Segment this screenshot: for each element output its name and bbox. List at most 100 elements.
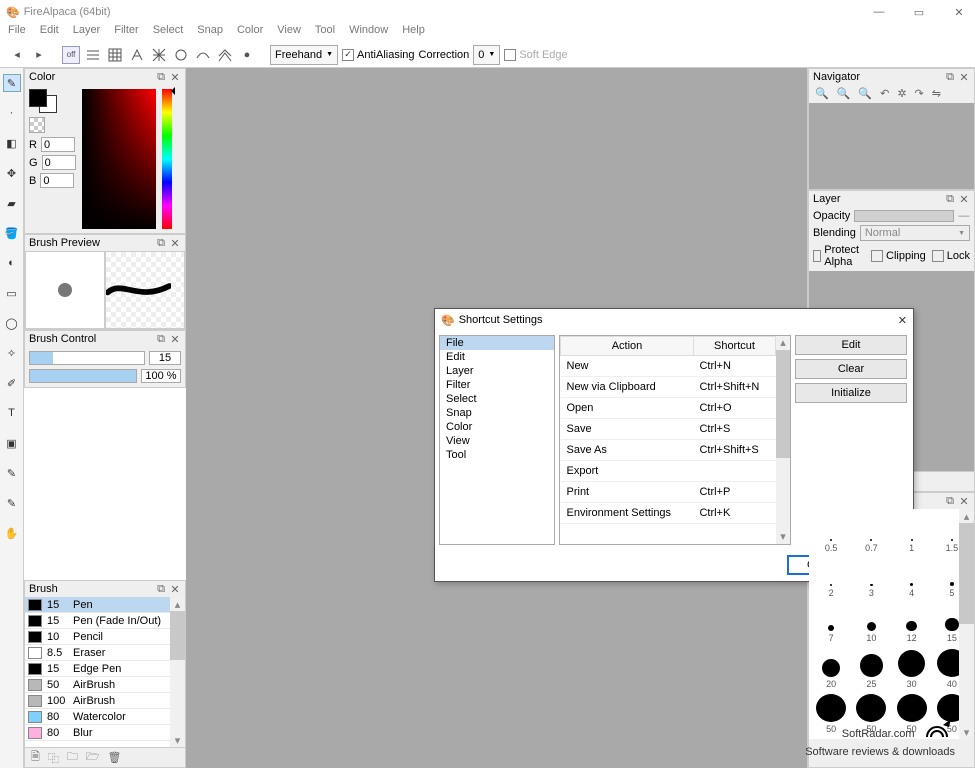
correction-select[interactable]: 0▼	[473, 45, 500, 65]
brush-size-cell[interactable]: 3	[851, 558, 891, 598]
shortcut-table[interactable]: ActionShortcut NewCtrl+NNew via Clipboar…	[559, 335, 791, 545]
panel-undock-icon[interactable]: ⧉	[155, 71, 167, 84]
menu-window[interactable]: Window	[349, 24, 388, 42]
wand-tool-icon[interactable]: ✧	[3, 344, 21, 362]
panel-undock-icon[interactable]: ⧉	[155, 333, 167, 346]
nav-next-icon[interactable]: ▸	[30, 46, 48, 64]
zoom-out-icon[interactable]: 🔍	[837, 87, 851, 101]
brush-row[interactable]: 15Edge Pen	[25, 661, 185, 677]
shortcut-row[interactable]: SaveCtrl+S	[561, 419, 776, 440]
clear-button[interactable]: Clear	[795, 359, 907, 379]
size-value[interactable]: 15	[149, 351, 181, 365]
navigator-view[interactable]	[809, 103, 974, 189]
select-lasso-tool-icon[interactable]: ◯	[3, 314, 21, 332]
shortcut-row[interactable]: OpenCtrl+O	[561, 398, 776, 419]
shortcut-row[interactable]: Environment SettingsCtrl+K	[561, 503, 776, 524]
edit-button[interactable]: Edit	[795, 335, 907, 355]
zoom-in-icon[interactable]: 🔍	[815, 87, 829, 101]
layer-opacity-slider[interactable]	[854, 210, 954, 222]
panel-undock-icon[interactable]: ⧉	[155, 583, 167, 596]
snap-curve-icon[interactable]	[194, 46, 212, 64]
blending-select[interactable]: Normal▼	[860, 225, 970, 241]
brush-row[interactable]: 8.5Eraser	[25, 645, 185, 661]
category-item[interactable]: Tool	[440, 448, 554, 462]
panel-undock-icon[interactable]: ⧉	[944, 193, 956, 206]
brush-size-cell[interactable]: 50	[811, 694, 851, 734]
brush-row[interactable]: 10Pencil	[25, 629, 185, 645]
menu-filter[interactable]: Filter	[114, 24, 138, 42]
fg-bg-swatch[interactable]	[29, 89, 57, 113]
brush-size-cell[interactable]: 25	[851, 649, 891, 689]
canvas-area[interactable]: 🎨 Shortcut Settings ✕ FileEditLayerFilte…	[186, 68, 807, 768]
brush-add-icon[interactable]: 🗎	[31, 748, 40, 767]
panel-undock-icon[interactable]: ⧉	[944, 495, 956, 508]
category-item[interactable]: Snap	[440, 406, 554, 420]
shortcut-row[interactable]: NewCtrl+N	[561, 356, 776, 377]
brush-size-cell[interactable]: 1	[892, 513, 932, 553]
antialias-checkbox[interactable]: ✓AntiAliasing	[342, 49, 414, 61]
protect-alpha-checkbox[interactable]: Protect Alpha	[813, 244, 865, 268]
brush-row[interactable]: 15Pen⚙	[25, 597, 185, 613]
r-input[interactable]	[41, 137, 75, 152]
hand-tool-icon[interactable]: ✋	[3, 524, 21, 542]
brush-delete-icon[interactable]: 🗑	[108, 751, 122, 764]
rotate-right-icon[interactable]: ↷	[915, 87, 924, 101]
menu-snap[interactable]: Snap	[197, 24, 223, 42]
brush-size-cell[interactable]: 10	[851, 603, 891, 643]
brush-size-cell[interactable]: 30	[892, 649, 932, 689]
gradient-tool-icon[interactable]: ◐	[3, 254, 21, 272]
rotate-left-icon[interactable]: ↶	[880, 87, 889, 101]
category-item[interactable]: File	[440, 336, 554, 350]
color-field[interactable]	[82, 89, 156, 229]
rotate-reset-icon[interactable]: ✲	[897, 87, 906, 101]
shortcut-row[interactable]: Export	[561, 461, 776, 482]
fill-tool-icon[interactable]: ▰	[3, 194, 21, 212]
brush-tool-icon[interactable]: ✎	[3, 74, 21, 92]
menu-edit[interactable]: Edit	[40, 24, 59, 42]
transparent-swatch[interactable]	[29, 117, 45, 133]
brushsize-scrollbar[interactable]: ▴▾	[959, 509, 974, 739]
brush-size-cell[interactable]: 2	[811, 558, 851, 598]
dotpen-tool-icon[interactable]: ·	[3, 104, 21, 122]
softedge-checkbox[interactable]: Soft Edge	[504, 49, 567, 61]
nav-prev-icon[interactable]: ◂	[8, 46, 26, 64]
move-tool-icon[interactable]: ✥	[3, 164, 21, 182]
shortcut-row[interactable]: PrintCtrl+P	[561, 482, 776, 503]
clipping-checkbox[interactable]: Clipping	[871, 244, 926, 268]
text-tool-icon[interactable]: T	[3, 404, 21, 422]
lock-checkbox[interactable]: Lock	[932, 244, 970, 268]
brush-row[interactable]: 80Blur	[25, 725, 185, 741]
brush-size-cell[interactable]: 50	[892, 694, 932, 734]
table-scrollbar[interactable]: ▴▾	[776, 336, 790, 544]
brush-size-cell[interactable]: 20	[811, 649, 851, 689]
menu-view[interactable]: View	[277, 24, 301, 42]
menu-help[interactable]: Help	[402, 24, 425, 42]
shortcut-row[interactable]: New via ClipboardCtrl+Shift+N	[561, 377, 776, 398]
brush-size-cell[interactable]: 50	[851, 694, 891, 734]
snap-parallel-icon[interactable]	[84, 46, 102, 64]
panel-close-icon[interactable]: ✕	[169, 237, 181, 250]
brush-size-cell[interactable]: 0.5	[811, 513, 851, 553]
brush-size-grid[interactable]: 0.50.711.5234571012152025304050505050▴▾	[809, 509, 974, 739]
panel-close-icon[interactable]: ✕	[169, 583, 181, 596]
menu-layer[interactable]: Layer	[73, 24, 101, 42]
category-item[interactable]: Color	[440, 420, 554, 434]
size-slider[interactable]	[29, 351, 145, 365]
zoom-fit-icon[interactable]: 🔍	[858, 87, 872, 101]
panel-close-icon[interactable]: ✕	[169, 333, 181, 346]
initialize-button[interactable]: Initialize	[795, 383, 907, 403]
shortcut-row[interactable]: Save AsCtrl+Shift+S	[561, 440, 776, 461]
selectpen-tool-icon[interactable]: ✐	[3, 374, 21, 392]
category-item[interactable]: Select	[440, 392, 554, 406]
snap-radial-icon[interactable]	[150, 46, 168, 64]
panel-undock-icon[interactable]: ⧉	[944, 71, 956, 84]
maximize-button[interactable]: ▭	[909, 6, 929, 19]
brush-size-cell[interactable]: 7	[811, 603, 851, 643]
category-item[interactable]: View	[440, 434, 554, 448]
draw-mode-select[interactable]: Freehand▼	[270, 45, 338, 65]
brush-group-icon[interactable]: 🗀	[67, 748, 78, 767]
brush-row[interactable]: 100AirBrush	[25, 693, 185, 709]
menu-select[interactable]: Select	[153, 24, 184, 42]
brush-size-cell[interactable]: 0.7	[851, 513, 891, 553]
snap-perspective-icon[interactable]	[128, 46, 146, 64]
